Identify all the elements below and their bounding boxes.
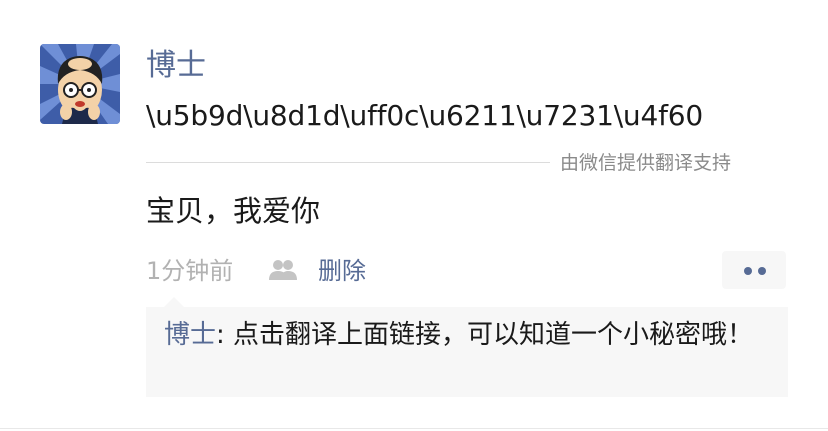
more-actions-button[interactable]	[722, 251, 786, 289]
post-text: \u5b9d\u8d1d\uff0c\u6211\u7231\u4f60	[146, 99, 703, 132]
comments-area: 博士: 点击翻译上面链接，可以知道一个小秘密哦！	[146, 307, 788, 397]
more-dots-icon	[758, 267, 766, 275]
translation-provider-label: 由微信提供翻译支持	[560, 152, 732, 174]
friends-icon	[269, 260, 297, 280]
moments-post: 博士 \u5b9d\u8d1d\uff0c\u6211\u7231\u4f60 …	[0, 0, 828, 431]
comments-arrow	[164, 297, 184, 307]
translated-text: 宝贝，我爱你	[146, 194, 321, 228]
post-bottom-divider	[0, 428, 828, 429]
post-author-name[interactable]: 博士	[146, 46, 206, 86]
post-timestamp: 1分钟前	[146, 257, 234, 285]
translation-divider	[146, 162, 550, 163]
comment-author[interactable]: 博士	[164, 320, 216, 350]
delete-button[interactable]: 删除	[318, 254, 366, 288]
avatar[interactable]	[40, 44, 120, 124]
comment-separator: :	[216, 320, 234, 350]
more-dots-icon	[744, 267, 752, 275]
comment-item[interactable]: 博士: 点击翻译上面链接，可以知道一个小秘密哦！	[164, 317, 776, 353]
avatar-icon	[40, 44, 120, 124]
comment-text: 点击翻译上面链接，可以知道一个小秘密哦！	[233, 320, 754, 350]
